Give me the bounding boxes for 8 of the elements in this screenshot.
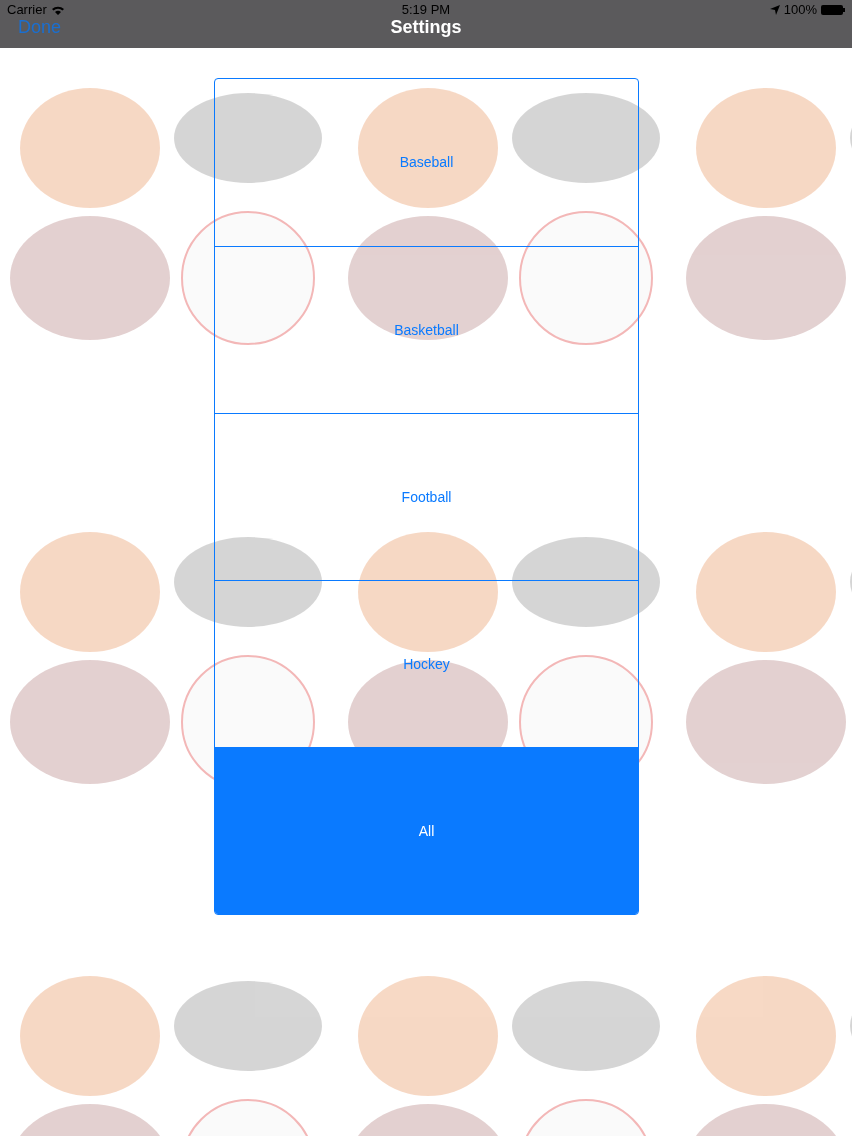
sport-option[interactable]: All [215,747,638,914]
battery-icon [821,5,845,15]
sport-option[interactable]: Basketball [215,246,638,413]
sport-option[interactable]: Football [215,413,638,580]
battery-percent: 100% [783,1,817,20]
location-arrow-icon [769,5,780,15]
sport-option[interactable]: Baseball [215,79,638,246]
wifi-icon [50,4,65,16]
